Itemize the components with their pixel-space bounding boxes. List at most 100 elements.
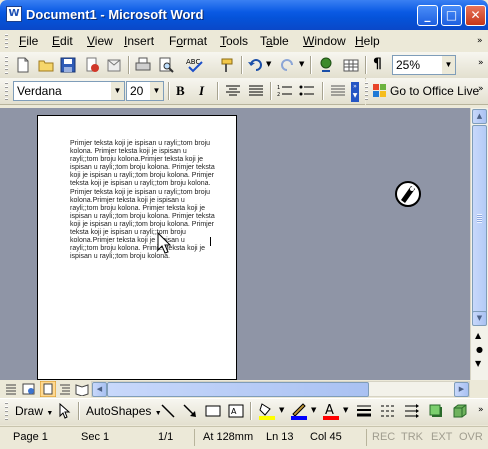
go-to-office-live-button[interactable]: Go to Office Live	[390, 84, 479, 98]
font-name-combobox[interactable]: Verdana ▼	[13, 81, 125, 101]
outline-view-icon[interactable]	[58, 382, 72, 396]
autoshapes-menu-button[interactable]: AutoShapes ▼	[86, 404, 162, 418]
status-page-count: 1/1	[158, 431, 174, 443]
dash-style-icon[interactable]	[380, 403, 396, 419]
undo-dropdown-arrow-icon[interactable]: ▼	[266, 60, 271, 68]
text-box-icon[interactable]: A	[228, 403, 244, 419]
office-live-chevron-icon[interactable]: »	[478, 84, 484, 94]
bullets-icon[interactable]	[299, 83, 315, 99]
line-icon[interactable]	[160, 403, 176, 419]
line-style-icon[interactable]	[356, 403, 372, 419]
italic-button[interactable]: I	[199, 83, 204, 99]
draw-menu-button[interactable]: Draw ▼	[15, 404, 53, 418]
previous-page-icon[interactable]: ▲	[475, 331, 481, 340]
arrow-style-icon[interactable]	[404, 403, 420, 419]
arrow-icon[interactable]	[182, 403, 198, 419]
rectangle-icon[interactable]	[205, 403, 221, 419]
format-painter-icon[interactable]	[219, 57, 235, 73]
menu-table[interactable]: Table	[260, 34, 289, 48]
hyperlink-icon[interactable]	[318, 57, 334, 73]
horizontal-scroll-thumb[interactable]	[107, 382, 369, 397]
line-color-icon[interactable]	[290, 402, 308, 420]
close-button[interactable]: ✕	[465, 5, 486, 26]
shadow-style-icon[interactable]	[428, 403, 444, 419]
autoshapes-label: AutoShapes	[86, 404, 152, 418]
status-ext[interactable]: EXT	[431, 431, 452, 443]
scroll-down-button[interactable]: ▼	[472, 311, 487, 326]
zoom-dropdown-arrow-icon[interactable]: ▼	[442, 56, 455, 74]
print-layout-icon[interactable]	[40, 381, 56, 397]
office-assistant-icon[interactable]	[392, 178, 424, 210]
3d-style-icon[interactable]	[452, 403, 468, 419]
font-size-combobox[interactable]: 20 ▼	[126, 81, 164, 101]
menubar-chevron-icon[interactable]: »	[477, 36, 483, 46]
formatting-toolbar-options-icon[interactable]: » ▼	[351, 82, 359, 102]
permission-icon[interactable]	[84, 57, 100, 73]
email-icon[interactable]	[106, 57, 122, 73]
redo-dropdown-arrow-icon[interactable]: ▼	[299, 60, 304, 68]
document-page[interactable]: Primjer teksta koji je ispisan u rayli;;…	[37, 115, 237, 380]
status-trk[interactable]: TRK	[401, 431, 423, 443]
menu-window[interactable]: Window	[303, 34, 346, 48]
menu-format[interactable]: Format	[169, 34, 207, 48]
menu-tools[interactable]: Tools	[220, 34, 248, 48]
menubar-gripper[interactable]	[5, 34, 8, 48]
select-objects-icon[interactable]	[58, 403, 72, 419]
save-icon[interactable]	[60, 57, 76, 73]
font-color-dropdown-arrow-icon[interactable]: ▼	[343, 406, 348, 414]
scroll-right-button[interactable]: ▶	[454, 382, 469, 397]
status-rec[interactable]: REC	[372, 431, 395, 443]
fill-color-dropdown-arrow-icon[interactable]: ▼	[279, 406, 284, 414]
drawing-toolbar-chevron-icon[interactable]: »	[478, 405, 484, 415]
zoom-combobox[interactable]: 25% ▼	[392, 55, 456, 75]
redo-icon[interactable]	[280, 57, 296, 73]
font-dropdown-arrow-icon[interactable]: ▼	[111, 82, 124, 100]
undo-icon[interactable]	[247, 57, 263, 73]
standard-toolbar-gripper[interactable]	[5, 56, 8, 74]
font-size-dropdown-arrow-icon[interactable]: ▼	[150, 82, 163, 100]
word-app-icon[interactable]: W	[6, 6, 22, 22]
scroll-thumb[interactable]	[472, 125, 487, 321]
standard-toolbar-chevron-icon[interactable]: »	[478, 58, 484, 68]
spelling-grammar-icon[interactable]: ABC	[186, 57, 204, 73]
menu-edit[interactable]: Edit	[52, 34, 73, 48]
menu-view[interactable]: View	[87, 34, 113, 48]
web-layout-icon[interactable]	[22, 382, 36, 396]
minimize-button[interactable]: _	[417, 5, 438, 26]
next-page-icon[interactable]: ▼	[475, 359, 481, 368]
reading-layout-icon[interactable]	[75, 382, 89, 396]
status-ovr[interactable]: OVR	[459, 431, 483, 443]
justify-icon[interactable]	[248, 83, 264, 99]
status-section: Sec 1	[81, 431, 110, 443]
numbering-icon[interactable]: 12	[277, 83, 293, 99]
scroll-left-button[interactable]: ◀	[92, 382, 107, 397]
menu-help[interactable]: Help	[355, 34, 380, 48]
menu-access-key: I	[124, 34, 128, 48]
line-color-dropdown-arrow-icon[interactable]: ▼	[311, 406, 316, 414]
print-icon[interactable]	[135, 57, 151, 73]
tables-borders-icon[interactable]	[343, 57, 359, 73]
menu-insert[interactable]: Insert	[124, 34, 154, 48]
show-hide-formatting-icon[interactable]: ¶	[373, 56, 382, 72]
scroll-up-button[interactable]: ▲	[472, 109, 487, 124]
select-browse-object-icon[interactable]: ●	[476, 345, 483, 354]
fill-color-icon[interactable]	[258, 402, 276, 420]
open-folder-icon[interactable]	[38, 57, 54, 73]
menu-file[interactable]: File	[19, 34, 38, 48]
normal-view-icon[interactable]	[4, 382, 18, 396]
vertical-scrollbar[interactable]: ▲ ▼ ▲ ● ▼	[470, 108, 488, 380]
print-preview-icon[interactable]	[158, 57, 174, 73]
bold-button[interactable]: B	[176, 83, 185, 99]
font-color-icon[interactable]: A	[322, 402, 340, 420]
office-live-toolbar-gripper[interactable]	[365, 82, 368, 100]
new-document-icon[interactable]	[15, 57, 31, 73]
drawing-toolbar-gripper[interactable]	[5, 402, 8, 420]
formatting-toolbar-gripper[interactable]	[5, 82, 8, 100]
align-center-icon[interactable]	[225, 83, 241, 99]
office-logo-icon	[373, 84, 386, 97]
horizontal-scrollbar[interactable]: ◀ ▶	[91, 381, 470, 397]
maximize-button[interactable]: □	[441, 5, 462, 26]
more-buttons-icon[interactable]	[330, 83, 346, 99]
status-page: Page 1	[13, 431, 48, 443]
document-text[interactable]: Primjer teksta koji je ispisan u rayli;;…	[70, 140, 215, 261]
